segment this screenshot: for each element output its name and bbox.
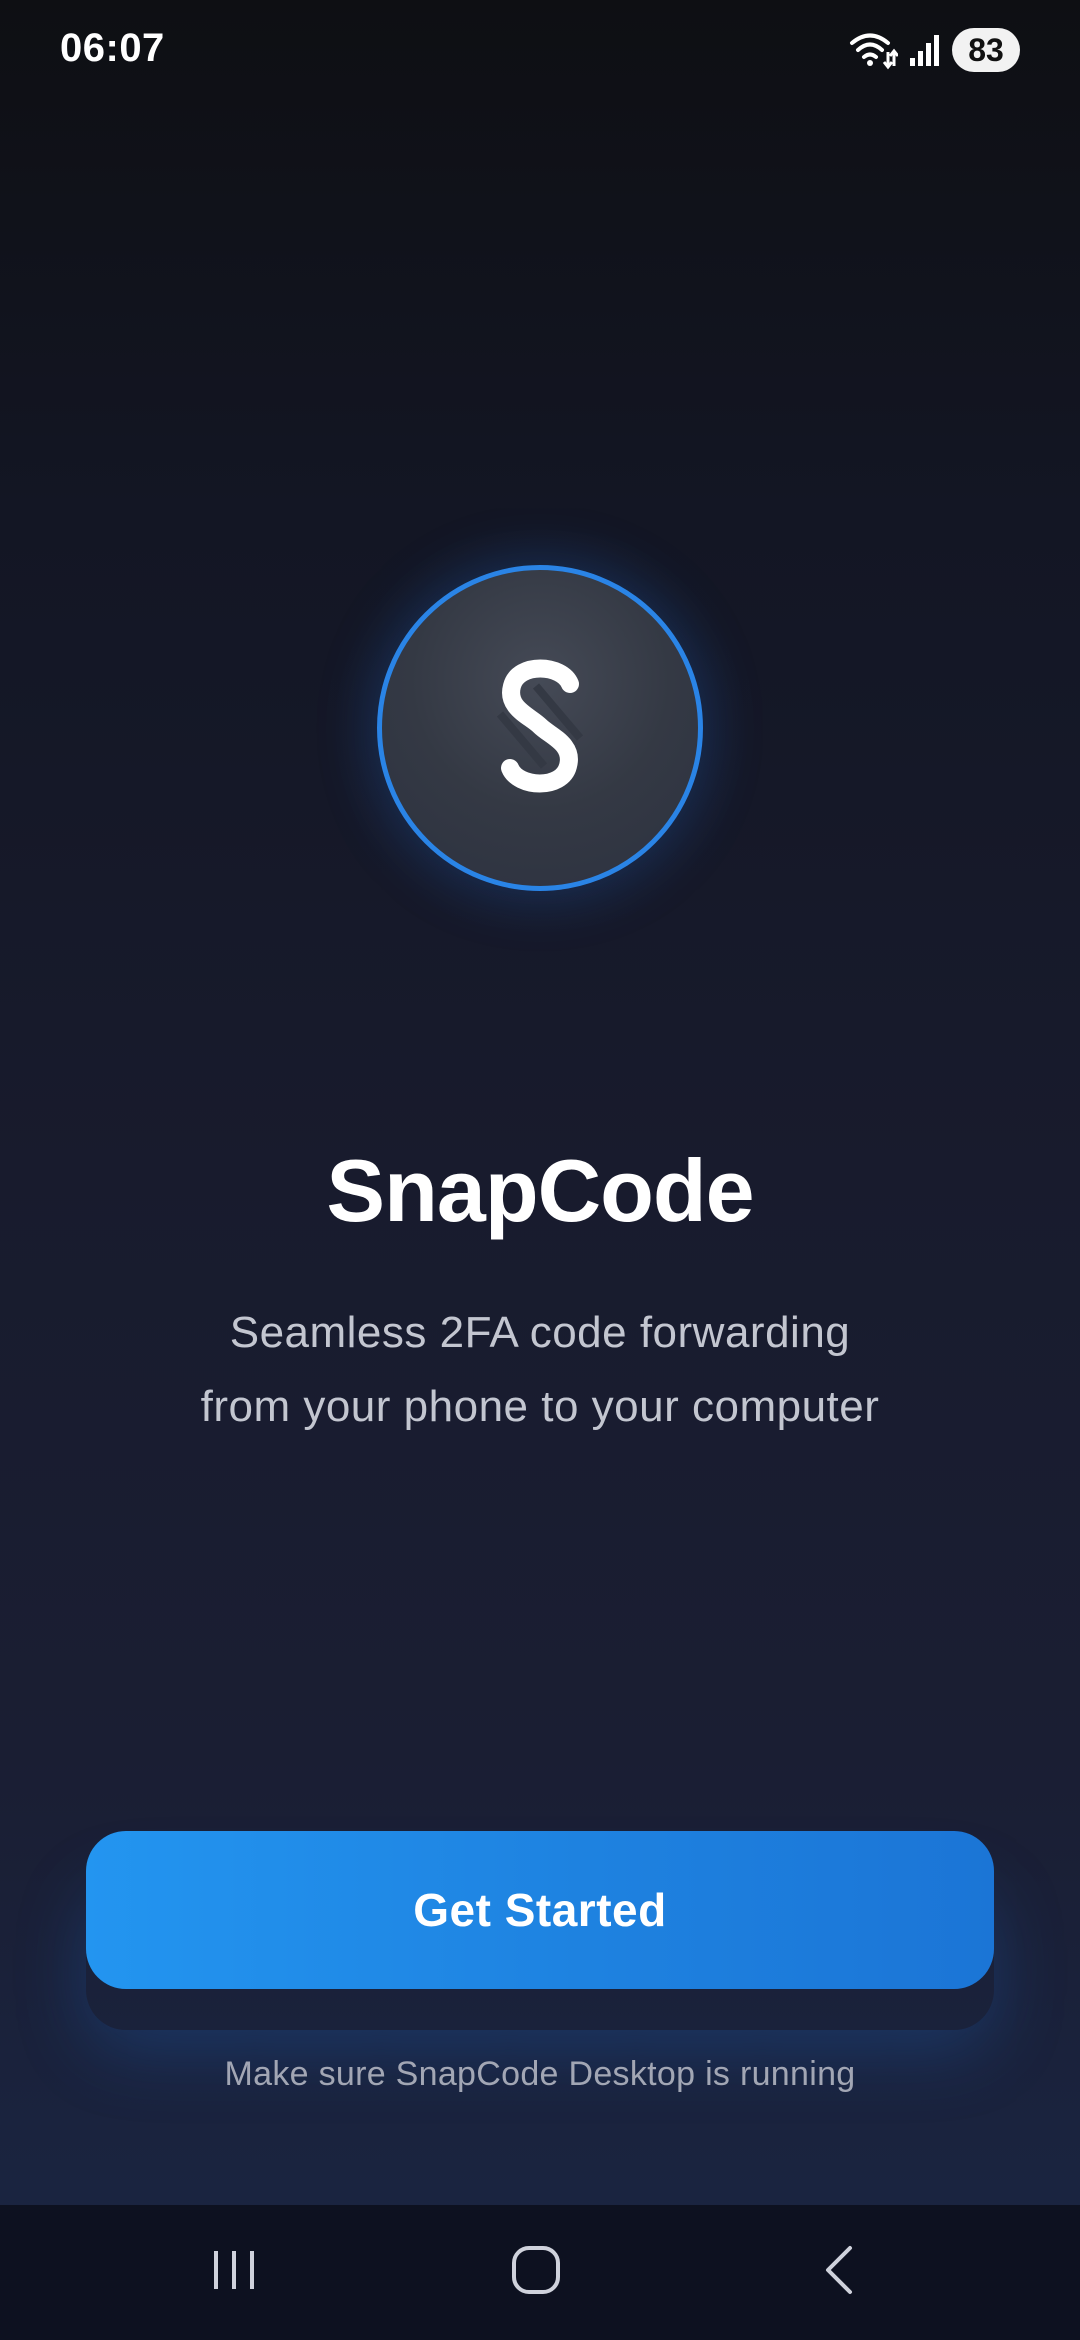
get-started-button[interactable]: Get Started [86,1831,994,1989]
app-title: SnapCode [326,1141,754,1240]
status-bar: 06:07 83 [0,0,1080,100]
signal-icon [908,32,942,68]
system-nav-bar [0,2205,1080,2340]
app-subtitle: Seamless 2FA code forwarding from your p… [90,1296,990,1444]
status-icons: 83 [848,26,1020,74]
snapcode-logo-icon [470,646,610,811]
welcome-screen: 06:07 83 SnapCode Seamless 2FA code forw… [0,0,1080,2340]
subtitle-line-2: from your phone to your computer [200,1382,880,1431]
wifi-icon [848,30,898,70]
home-icon [510,2244,562,2301]
back-icon [820,2244,860,2301]
back-button[interactable] [740,2205,940,2340]
desktop-hint: Make sure SnapCode Desktop is running [224,2055,856,2093]
status-time: 06:07 [60,26,165,70]
recents-button[interactable] [134,2205,334,2340]
logo-badge [377,565,703,891]
subtitle-line-1: Seamless 2FA code forwarding [229,1308,851,1357]
home-button[interactable] [436,2205,636,2340]
recents-icon [209,2245,259,2300]
battery-icon: 83 [952,28,1020,72]
